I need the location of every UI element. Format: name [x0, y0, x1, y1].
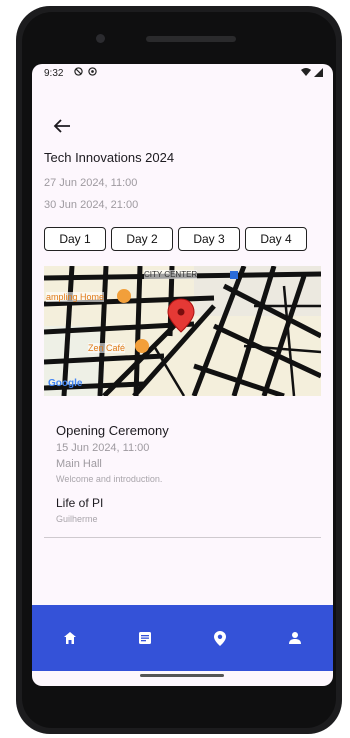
event-end-date: 30 Jun 2024, 21:00 [44, 199, 139, 211]
talk-speaker: Guilherme [56, 514, 98, 524]
status-notification-icons [74, 67, 97, 76]
session-item[interactable]: Opening Ceremony 15 Jun 2024, 11:00 Main… [56, 423, 169, 484]
back-button[interactable] [50, 114, 74, 138]
session-datetime: 15 Jun 2024, 11:00 [56, 442, 150, 454]
earpiece-speaker [146, 36, 236, 42]
map-label-poi1: ampling Home [46, 292, 105, 302]
nav-location[interactable] [200, 618, 240, 658]
session-title: Opening Ceremony [56, 423, 169, 438]
status-system-icons [301, 68, 323, 77]
talk-title: Life of PI [56, 496, 104, 510]
map-label-center: CITY CENTER [144, 270, 198, 279]
schedule-icon [138, 632, 151, 644]
nav-profile[interactable] [275, 618, 315, 658]
day-2-button[interactable]: Day 2 [111, 227, 173, 251]
location-icon [214, 630, 227, 646]
divider [44, 537, 321, 538]
day-1-button[interactable]: Day 1 [44, 227, 106, 251]
session-description: Welcome and introduction. [56, 474, 163, 484]
nav-schedule[interactable] [125, 618, 165, 658]
talk-item[interactable]: Life of PI Guilherme [56, 496, 103, 524]
signal-icon [314, 68, 323, 77]
day-4-button[interactable]: Day 4 [245, 227, 307, 251]
map-streets [44, 266, 321, 396]
home-indicator[interactable] [140, 674, 224, 677]
sync-icon [88, 67, 97, 76]
person-icon [289, 632, 302, 644]
event-title: Tech Innovations 2024 [44, 150, 175, 165]
app-screen: 9:32 Tech Innovations 2024 27 Jun 2024, … [32, 64, 333, 686]
bottom-navigation [32, 605, 333, 671]
front-camera [96, 34, 105, 43]
arrow-back-icon [53, 119, 70, 133]
event-start-date: 27 Jun 2024, 11:00 [44, 177, 138, 189]
session-room: Main Hall [56, 458, 102, 470]
no-disturb-icon [74, 67, 83, 76]
venue-map[interactable]: ampling Home CITY CENTER Zen Café Google [44, 266, 321, 396]
nav-home[interactable] [50, 618, 90, 658]
day-selector: Day 1 Day 2 Day 3 Day 4 [44, 227, 307, 251]
status-time: 9:32 [44, 68, 64, 79]
wifi-icon [301, 68, 311, 76]
home-icon [63, 632, 76, 644]
google-logo: Google [48, 378, 83, 389]
day-3-button[interactable]: Day 3 [178, 227, 240, 251]
map-label-poi2: Zen Café [88, 343, 126, 353]
status-bar: 9:32 [32, 64, 333, 86]
